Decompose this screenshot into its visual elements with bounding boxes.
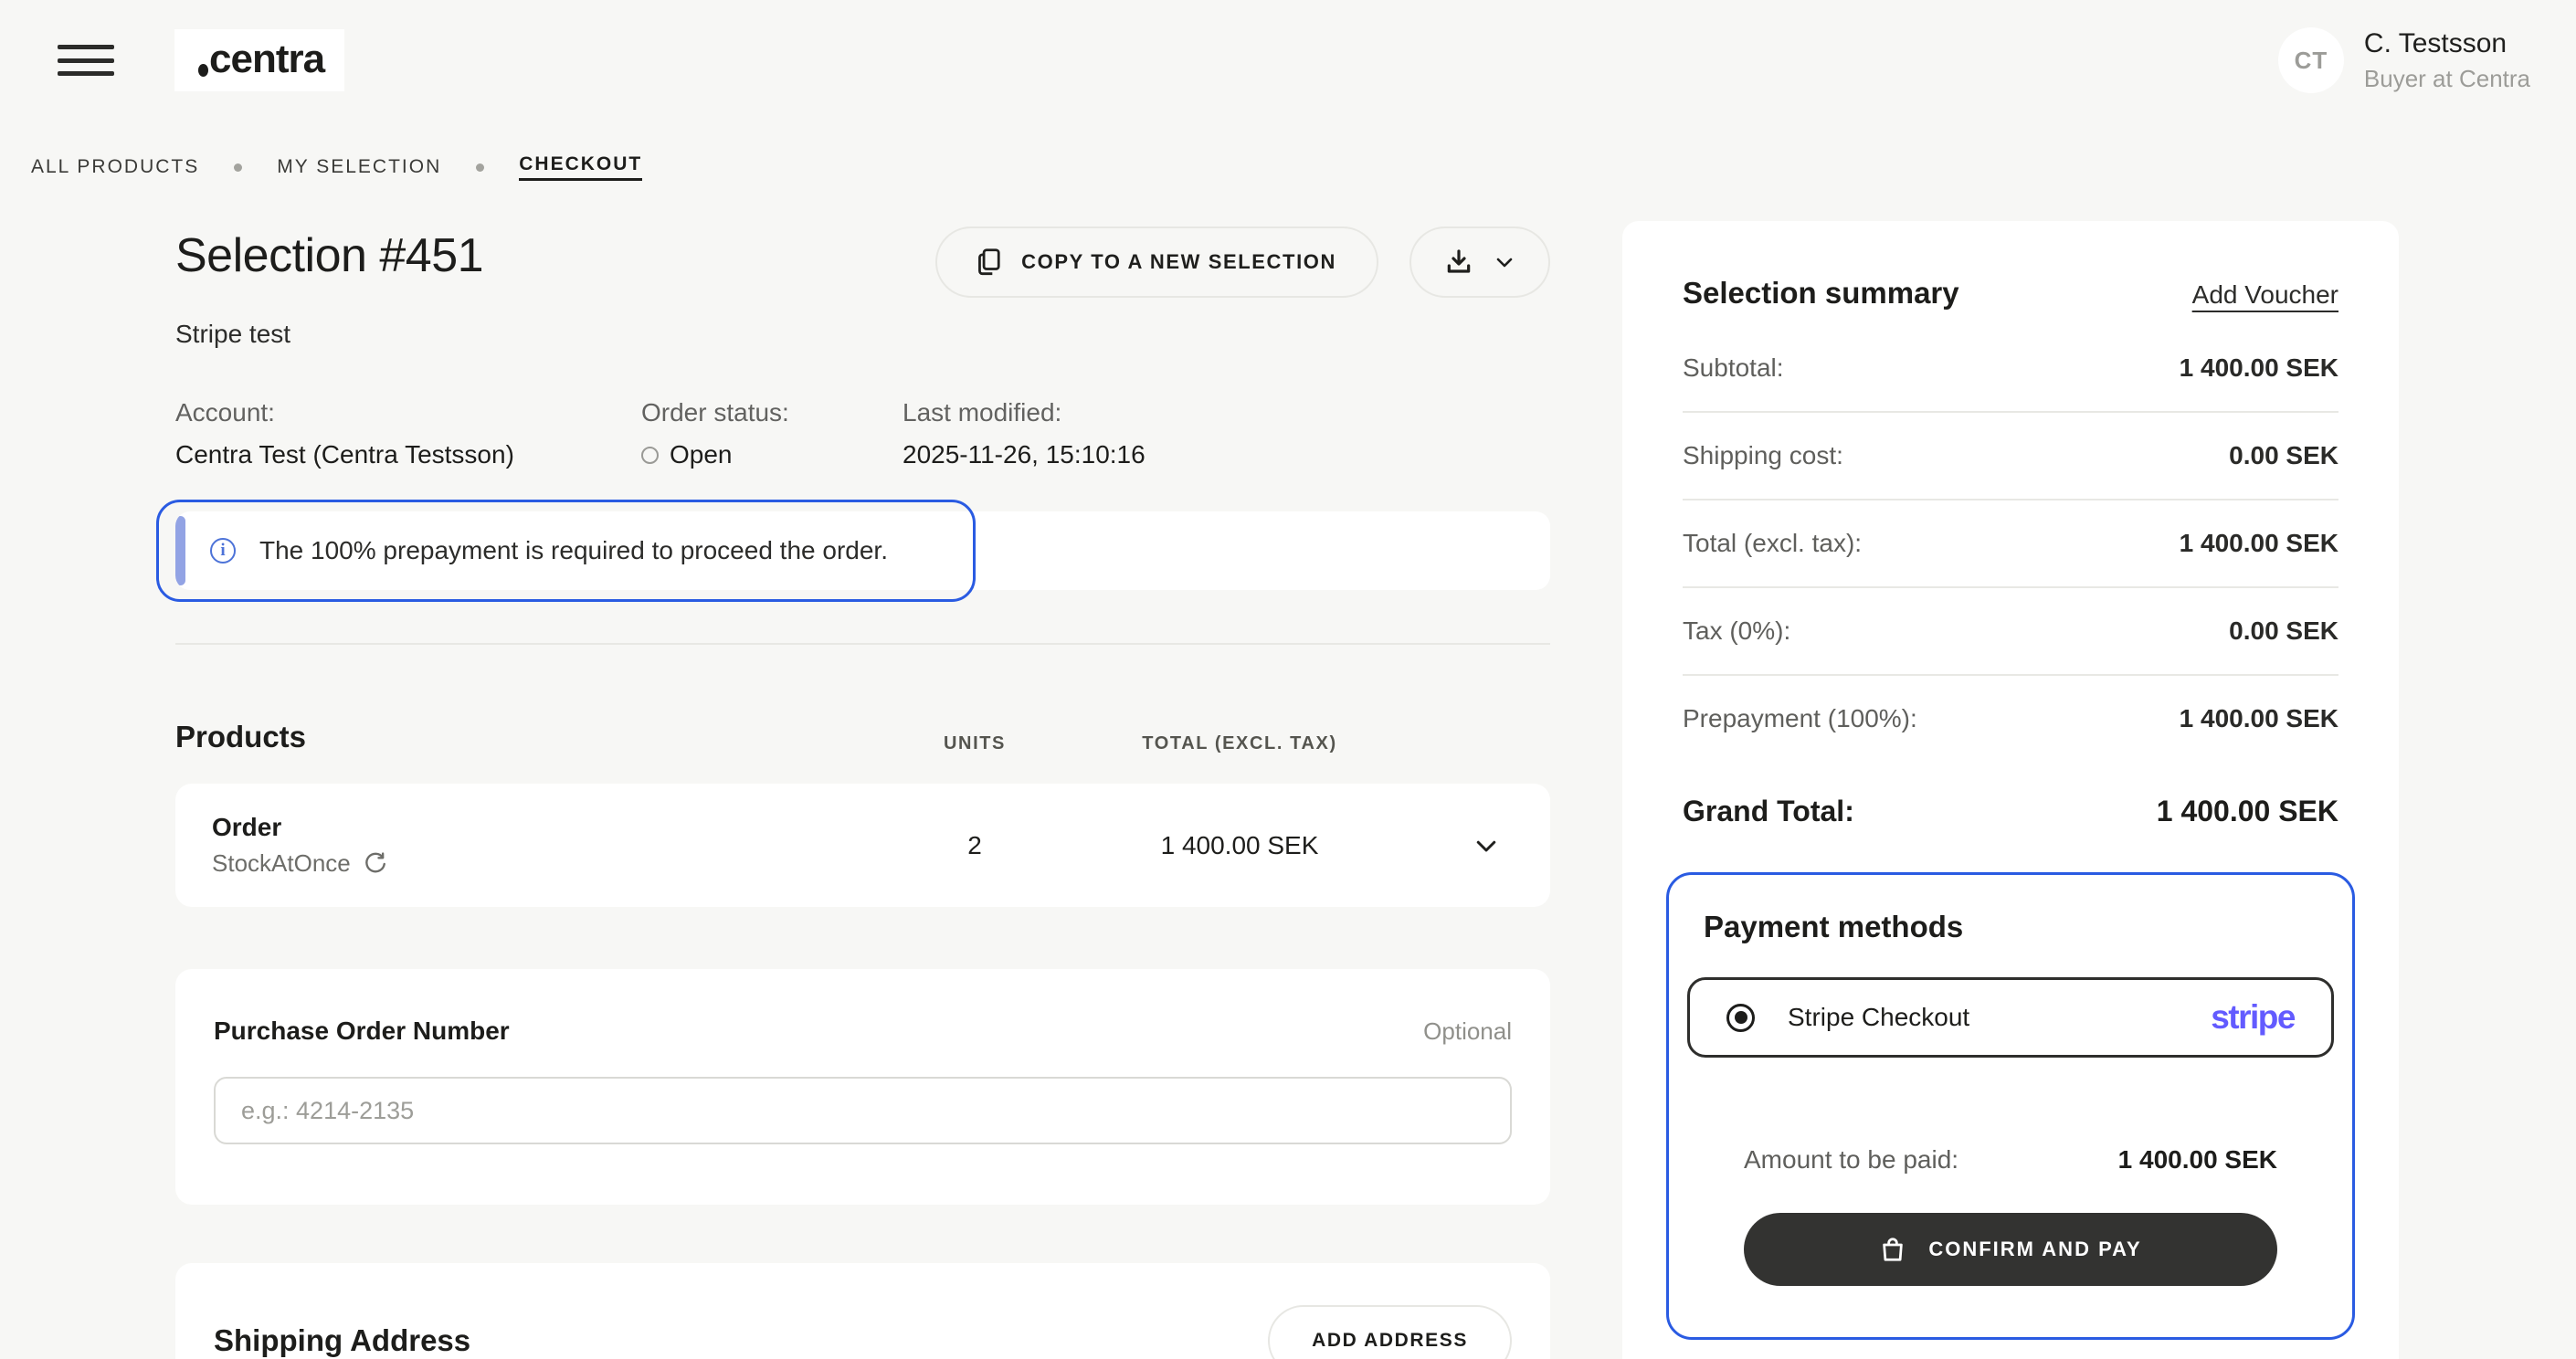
notice-accent-bar	[175, 516, 185, 585]
optional-badge: Optional	[1423, 1017, 1512, 1046]
user-name: C. Testsson	[2364, 27, 2530, 60]
copy-button-label: COPY TO A NEW SELECTION	[1021, 250, 1336, 274]
shipping-address-card: Shipping Address ADD ADDRESS	[175, 1263, 1550, 1359]
copy-to-new-selection-button[interactable]: COPY TO A NEW SELECTION	[935, 226, 1378, 298]
payment-method-stripe-checkout[interactable]: Stripe Checkout stripe	[1687, 977, 2334, 1058]
units-column-header: UNITS	[944, 733, 1006, 754]
breadcrumb-all-products[interactable]: ALL PRODUCTS	[31, 156, 199, 178]
account-value: Centra Test (Centra Testsson)	[175, 440, 641, 469]
top-bar: centra CT C. Testsson Buyer at Centra	[0, 0, 2576, 100]
copy-icon	[977, 248, 1003, 276]
radio-selected-icon[interactable]	[1726, 1004, 1755, 1032]
product-delivery: StockAtOnce	[212, 849, 351, 878]
shopping-bag-icon	[1879, 1236, 1906, 1263]
user-role: Buyer at Centra	[2364, 64, 2530, 93]
product-total: 1 400.00 SEK	[1161, 831, 1319, 860]
breadcrumb-my-selection[interactable]: MY SELECTION	[277, 156, 441, 178]
selection-subtitle: Stripe test	[175, 320, 1550, 349]
download-icon	[1444, 248, 1473, 277]
chevron-down-icon	[1494, 251, 1515, 273]
user-menu[interactable]: CT C. Testsson Buyer at Centra	[2278, 27, 2530, 93]
summary-row-subtotal: Subtotal: 1 400.00 SEK	[1683, 325, 2338, 413]
summary-title: Selection summary	[1683, 276, 1959, 311]
amount-to-be-paid-row: Amount to be paid: 1 400.00 SEK	[1744, 1145, 2277, 1175]
payment-method-label: Stripe Checkout	[1788, 1003, 1969, 1032]
centra-logo[interactable]: centra	[174, 29, 344, 91]
prepayment-notice: i The 100% prepayment is required to pro…	[175, 511, 1550, 590]
menu-icon[interactable]	[58, 39, 114, 81]
confirm-and-pay-button[interactable]: CONFIRM AND PAY	[1744, 1213, 2277, 1286]
product-name: Order	[175, 813, 892, 842]
product-row[interactable]: Order StockAtOnce 2 1 400.00 SEK	[175, 784, 1550, 907]
info-icon: i	[210, 538, 236, 564]
confirm-button-label: CONFIRM AND PAY	[1928, 1238, 2141, 1261]
payment-methods-box: Payment methods Stripe Checkout stripe A…	[1666, 872, 2355, 1340]
last-modified-label: Last modified:	[903, 398, 1145, 427]
notice-text: The 100% prepayment is required to proce…	[259, 536, 888, 565]
purchase-order-label: Purchase Order Number	[214, 1017, 510, 1046]
breadcrumb: ALL PRODUCTS MY SELECTION CHECKOUT	[31, 153, 2576, 181]
account-label: Account:	[175, 398, 641, 427]
selection-summary-panel: Selection summary Add Voucher Subtotal: …	[1622, 221, 2399, 1359]
avatar[interactable]: CT	[2278, 27, 2344, 93]
status-open-icon	[641, 447, 659, 464]
shipping-address-title: Shipping Address	[214, 1323, 470, 1358]
purchase-order-input[interactable]	[214, 1077, 1512, 1144]
breadcrumb-checkout[interactable]: CHECKOUT	[519, 153, 642, 181]
download-menu-button[interactable]	[1409, 226, 1550, 298]
selection-meta: Account: Centra Test (Centra Testsson) O…	[175, 398, 1550, 469]
total-column-header: TOTAL (EXCL. TAX)	[1142, 733, 1337, 754]
payment-methods-title: Payment methods	[1704, 910, 2334, 944]
purchase-order-card: Purchase Order Number Optional	[175, 969, 1550, 1205]
page-title: Selection #451	[175, 226, 483, 285]
order-status-value: Open	[641, 440, 903, 469]
summary-row-grand-total: Grand Total: 1 400.00 SEK	[1683, 762, 2338, 841]
add-voucher-link[interactable]: Add Voucher	[2192, 280, 2338, 310]
products-title: Products	[175, 720, 892, 754]
expand-row-chevron-icon[interactable]	[1473, 832, 1500, 859]
stripe-logo: stripe	[2211, 998, 2295, 1037]
breadcrumb-separator-dot	[234, 163, 242, 172]
summary-row-tax: Tax (0%): 0.00 SEK	[1683, 588, 2338, 676]
order-status-label: Order status:	[641, 398, 903, 427]
logo-text: centra	[198, 37, 324, 82]
summary-row-shipping: Shipping cost: 0.00 SEK	[1683, 413, 2338, 500]
summary-row-prepayment: Prepayment (100%): 1 400.00 SEK	[1683, 676, 2338, 762]
product-units: 2	[967, 831, 982, 860]
breadcrumb-separator-dot	[476, 163, 484, 172]
section-divider	[175, 643, 1550, 645]
summary-row-total-excl-tax: Total (excl. tax): 1 400.00 SEK	[1683, 500, 2338, 588]
last-modified-value: 2025-11-26, 15:10:16	[903, 440, 1145, 469]
refresh-icon	[364, 852, 387, 876]
add-address-button[interactable]: ADD ADDRESS	[1268, 1305, 1512, 1359]
